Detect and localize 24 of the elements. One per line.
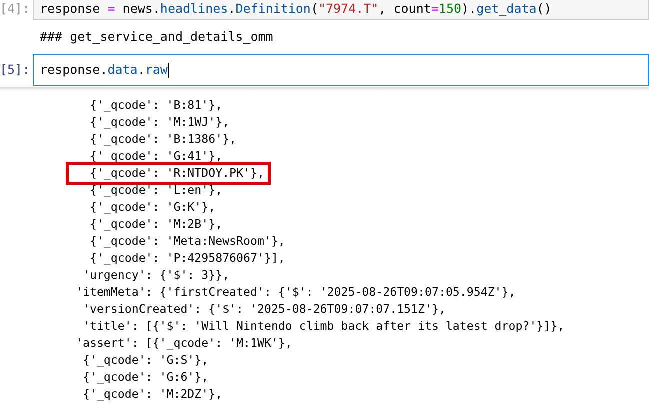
cell-prompt: [4]: [0, 0, 30, 18]
output-line: {'_qcode': 'M:1WJ'}, [88, 114, 230, 131]
output-line: {'_qcode': 'G:S'}, [82, 352, 209, 369]
output-line: {'_qcode': 'B:1386'}, [88, 131, 237, 148]
cell-prompt: [5]: [0, 60, 30, 79]
code-input[interactable]: response = news.headlines.Definition("7974.T", count=150).get_data() [33, 0, 649, 20]
output-line: 'versionCreated': {'$': '2025-08-26T09:07:07.151Z'}, [82, 301, 446, 318]
text-cursor [168, 62, 169, 78]
output-line: {'_qcode': 'G:K'}, [88, 199, 216, 216]
markdown-text: ### get_service_and_details_omm [40, 28, 274, 46]
output-line: 'urgency': {'$': 3}}, [82, 267, 230, 284]
output-line: 'title': [{'$': 'Will Nintendo climb back after its latest drop?'}]}, [82, 318, 565, 335]
output-line: 'itemMeta': {'firstCreated': {'$': '2025-08-26T09:07:05.954Z'}, [76, 284, 516, 301]
output-line: {'_qcode': 'L:en'}, [88, 182, 223, 199]
output-line: {'_qcode': 'R:NTDOY.PK'}, [69, 165, 268, 182]
output-line: {'_qcode': 'G:41'}, [88, 148, 223, 165]
code-input[interactable]: response.data.raw [33, 54, 649, 86]
output-line: {'_qcode': 'B:81'}, [88, 97, 223, 114]
output-line: {'_qcode': 'P:4295876067'}], [88, 250, 286, 267]
output-line: {'_qcode': 'G:6'}, [82, 369, 209, 386]
output-line: {'_qcode': 'M:2DZ'}, [82, 386, 223, 403]
output-line: 'assert': [{'_qcode': 'M:1WK'}, [76, 335, 292, 352]
output-line: {'_qcode': 'Meta:NewsRoom'}, [88, 233, 286, 250]
output-line: {'_qcode': 'M:2B'}, [88, 216, 223, 233]
